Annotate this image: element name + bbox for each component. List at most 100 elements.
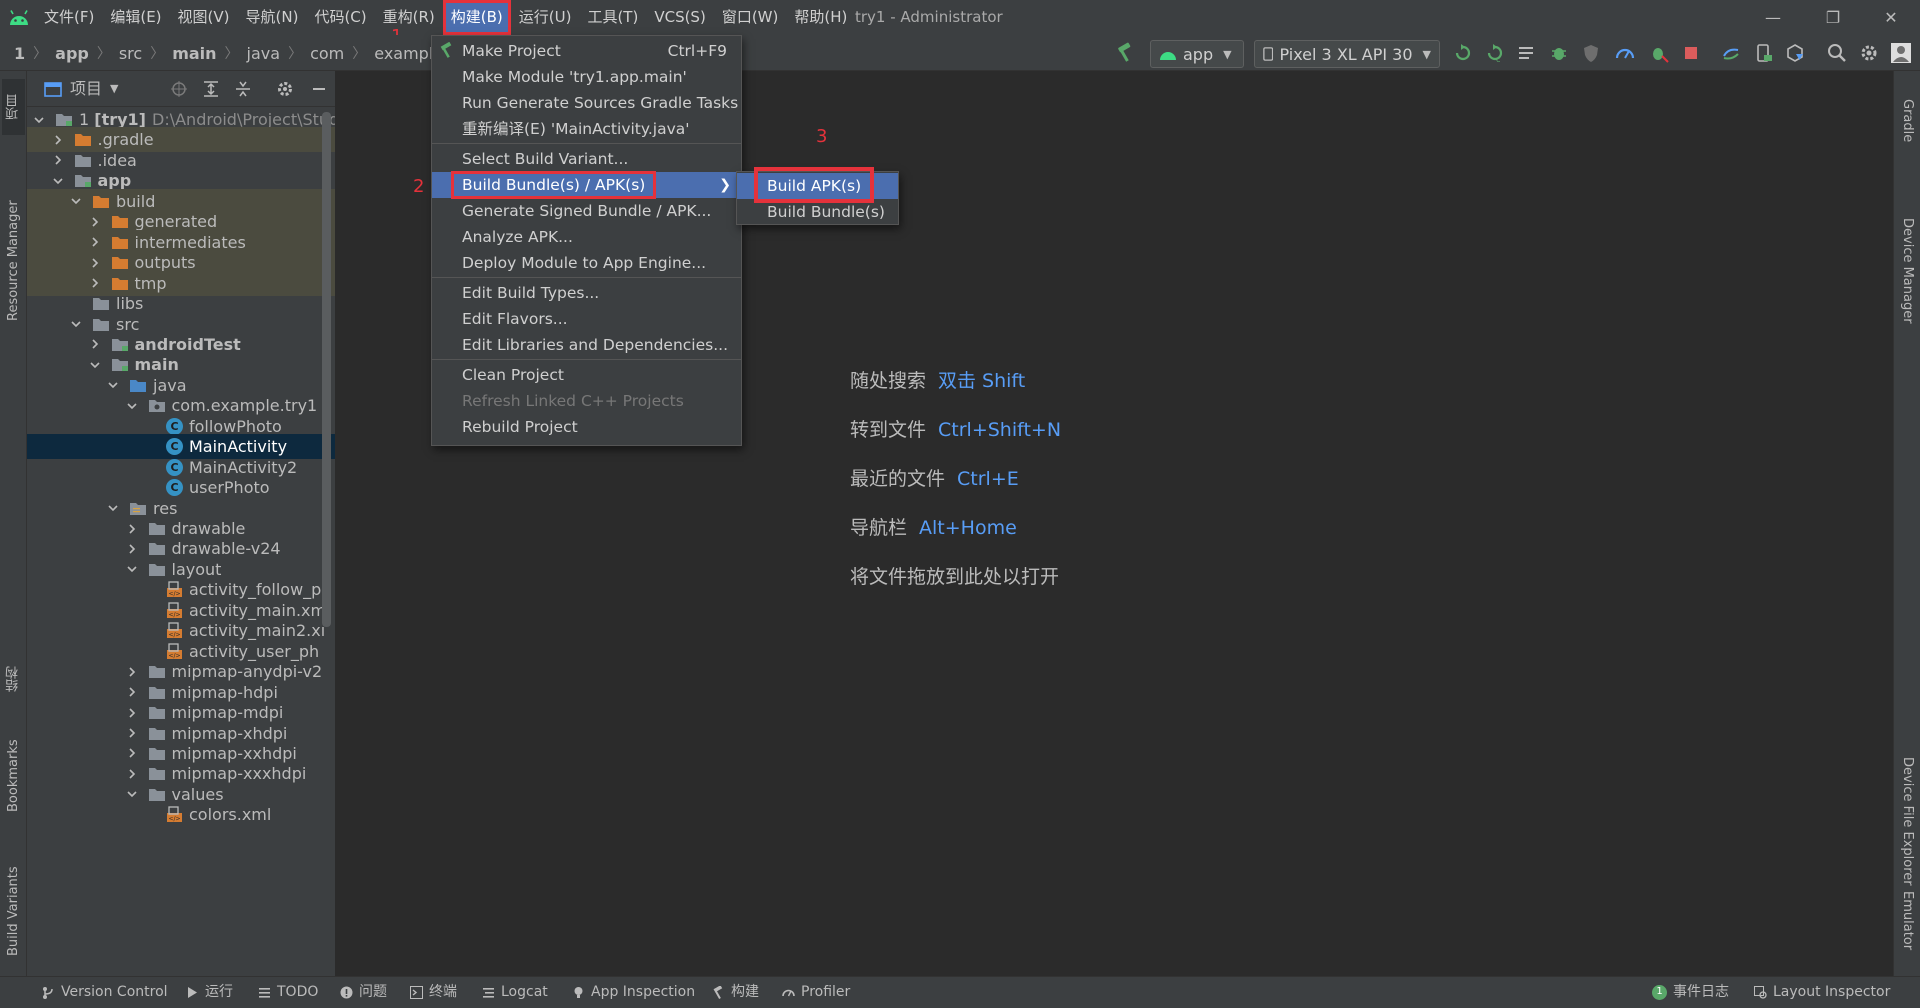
status-problems[interactable]: 问题	[340, 976, 387, 1008]
expand-all-icon[interactable]	[202, 80, 220, 98]
build-menu-item[interactable]: Select Build Variant...	[432, 146, 741, 172]
build-menu-item[interactable]: Analyze APK...	[432, 224, 741, 250]
menu-file[interactable]: 文件(F)	[36, 0, 102, 35]
chevron-down-icon[interactable]	[89, 359, 101, 371]
status-run[interactable]: 运行	[186, 976, 233, 1008]
build-menu-item[interactable]: Edit Flavors...	[432, 306, 741, 332]
chevron-right-icon[interactable]	[126, 727, 138, 739]
build-menu-item[interactable]: Make Project Ctrl+F9	[432, 38, 741, 64]
chevron-right-icon[interactable]	[126, 543, 138, 555]
status-build[interactable]: 构建	[712, 976, 759, 1008]
chevron-right-icon[interactable]	[126, 747, 138, 759]
tool-tab-resource-manager[interactable]: Resource Manager	[2, 151, 25, 371]
chevron-right-icon[interactable]	[126, 707, 138, 719]
restore-icon[interactable]: ❐	[1804, 0, 1862, 35]
menu-build[interactable]: 构建(B)	[442, 0, 511, 35]
stop-icon[interactable]	[1680, 42, 1702, 64]
chevron-down-icon[interactable]	[70, 318, 82, 330]
chevron-right-icon[interactable]	[89, 338, 101, 350]
device-manager-icon[interactable]	[1752, 42, 1774, 64]
tool-tab-structure[interactable]: 结构	[2, 651, 25, 707]
chevron-down-icon[interactable]	[126, 400, 138, 412]
tree-scrollbar[interactable]	[322, 112, 331, 627]
sdk-manager-icon[interactable]	[1784, 42, 1806, 64]
attach-debugger-icon[interactable]	[1648, 42, 1670, 64]
breadcrumb-item[interactable]: 1	[14, 44, 25, 63]
build-menu-item[interactable]: 重新编译(E) 'MainActivity.java'	[432, 116, 741, 142]
sync-gradle-icon[interactable]	[1720, 42, 1742, 64]
status-version-control[interactable]: Version Control	[42, 976, 168, 1008]
status-app-inspection[interactable]: App Inspection	[572, 976, 695, 1008]
debug-bug-icon[interactable]	[1548, 42, 1570, 64]
collapse-all-icon[interactable]	[234, 80, 252, 98]
locate-target-icon[interactable]	[170, 80, 188, 98]
minimize-icon[interactable]: —	[1744, 0, 1802, 35]
status-profiler[interactable]: Profiler	[782, 976, 850, 1008]
chevron-down-icon[interactable]	[52, 175, 64, 187]
tool-tab-device-manager[interactable]: Device Manager	[1896, 171, 1919, 371]
device-combo[interactable]: Pixel 3 XL API 30 ▼	[1254, 40, 1440, 68]
breadcrumb-item[interactable]: java	[247, 44, 281, 63]
chevron-right-icon[interactable]	[126, 768, 138, 780]
chevron-right-icon[interactable]	[126, 666, 138, 678]
tool-tab-gradle[interactable]: Gradle	[1896, 81, 1919, 161]
chevron-down-icon[interactable]	[126, 563, 138, 575]
status-event-log[interactable]: 1 事件日志	[1652, 976, 1729, 1008]
build-menu-item[interactable]: Generate Signed Bundle / APK...	[432, 198, 741, 224]
menu-vcs[interactable]: VCS(S)	[646, 0, 713, 35]
menu-edit[interactable]: 编辑(E)	[102, 0, 169, 35]
build-menu-item[interactable]: Deploy Module to App Engine...	[432, 250, 741, 276]
run-list-icon[interactable]	[1516, 42, 1538, 64]
menu-help[interactable]: 帮助(H)	[786, 0, 855, 35]
build-menu-item[interactable]: Rebuild Project	[432, 414, 741, 440]
build-menu-item[interactable]: Edit Libraries and Dependencies...	[432, 332, 741, 358]
status-logcat[interactable]: Logcat	[482, 976, 548, 1008]
breadcrumb-item[interactable]: main	[172, 44, 216, 63]
build-menu-item[interactable]: Edit Build Types...	[432, 280, 741, 306]
chevron-right-icon[interactable]	[126, 523, 138, 535]
build-menu-item[interactable]: Clean Project	[432, 362, 741, 388]
menu-refactor[interactable]: 重构(R)	[375, 0, 443, 35]
menu-code[interactable]: 代码(C)	[306, 0, 374, 35]
tool-tab-emulator[interactable]: Emulator	[1896, 871, 1919, 971]
breadcrumb-item[interactable]: app	[55, 44, 89, 63]
chevron-right-icon[interactable]	[89, 216, 101, 228]
chevron-right-icon[interactable]	[126, 686, 138, 698]
status-todo[interactable]: TODO	[258, 976, 318, 1008]
close-window-icon[interactable]: ✕	[1862, 0, 1920, 35]
menu-view[interactable]: 视图(V)	[170, 0, 238, 35]
settings-gear-icon[interactable]	[1858, 42, 1880, 64]
apply-code-changes-icon[interactable]: c	[1484, 42, 1506, 64]
chevron-right-icon[interactable]	[89, 257, 101, 269]
menu-run[interactable]: 运行(U)	[511, 0, 580, 35]
menu-tools[interactable]: 工具(T)	[579, 0, 646, 35]
chevron-down-icon[interactable]	[107, 379, 119, 391]
panel-settings-gear-icon[interactable]	[276, 80, 294, 98]
run-config-combo[interactable]: app ▼	[1150, 40, 1244, 68]
build-menu-item[interactable]: Make Module 'try1.app.main'	[432, 64, 741, 90]
tool-tab-build-variants[interactable]: Build Variants	[2, 851, 25, 971]
tool-tab-bookmarks[interactable]: Bookmarks	[2, 721, 25, 831]
status-terminal[interactable]: 终端	[410, 976, 457, 1008]
status-layout-inspector[interactable]: Layout Inspector	[1754, 976, 1890, 1008]
search-icon[interactable]	[1826, 42, 1848, 64]
tree-item[interactable]: </> colors.xml	[27, 802, 335, 827]
chevron-right-icon[interactable]	[89, 236, 101, 248]
make-project-hammer-icon[interactable]	[1114, 42, 1136, 64]
chevron-down-icon[interactable]	[107, 502, 119, 514]
chevron-down-icon[interactable]	[33, 114, 45, 126]
chevron-down-icon[interactable]	[126, 788, 138, 800]
coverage-shield-icon[interactable]	[1580, 42, 1602, 64]
chevron-down-icon[interactable]	[70, 195, 82, 207]
breadcrumb-item[interactable]: src	[119, 44, 142, 63]
build-menu-item[interactable]: Run Generate Sources Gradle Tasks	[432, 90, 741, 116]
breadcrumb-item[interactable]: com	[310, 44, 344, 63]
chevron-right-icon[interactable]	[52, 154, 64, 166]
profiler-gauge-icon[interactable]	[1614, 42, 1636, 64]
menu-window[interactable]: 窗口(W)	[714, 0, 787, 35]
build-menu-item[interactable]: Build Bundle(s) / APK(s) ❯	[432, 171, 741, 199]
hide-panel-icon[interactable]	[310, 80, 328, 98]
apply-changes-icon[interactable]	[1452, 42, 1474, 64]
project-view-selector[interactable]: 项目 ▼	[44, 71, 118, 107]
chevron-right-icon[interactable]	[89, 277, 101, 289]
